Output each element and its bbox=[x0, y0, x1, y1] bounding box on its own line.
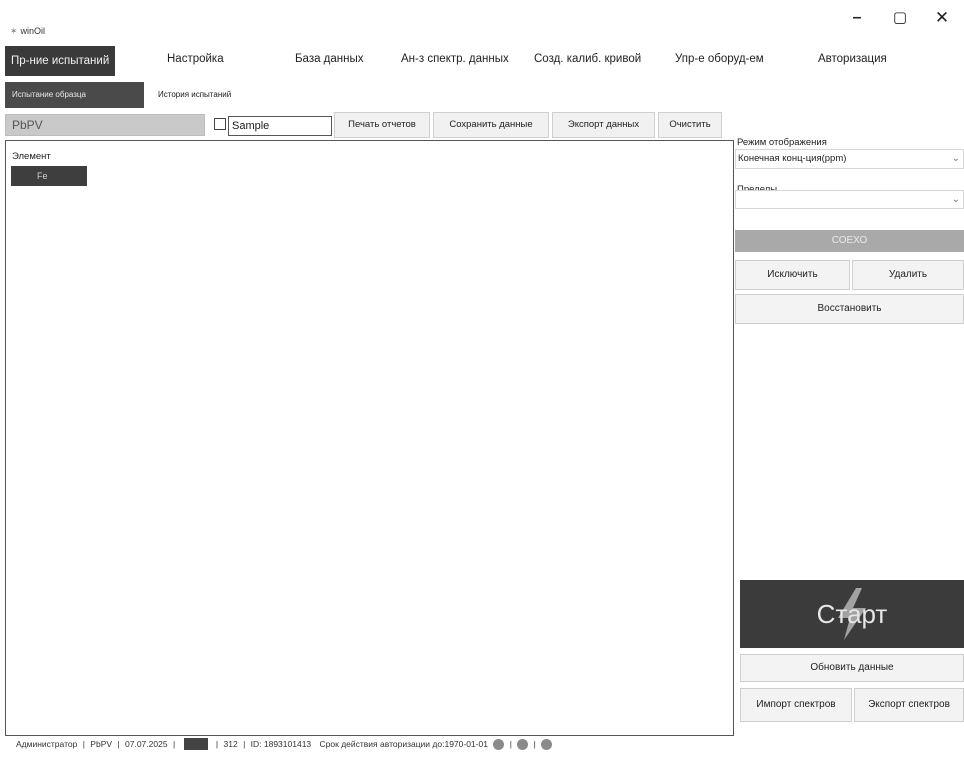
status-separator: | bbox=[509, 739, 512, 749]
menu-authorization[interactable]: Авторизация bbox=[818, 46, 887, 76]
close-button[interactable]: ✕ bbox=[925, 4, 959, 32]
app-title: ✶ winOil bbox=[10, 26, 45, 37]
chevron-down-icon: ⌄ bbox=[951, 194, 960, 205]
display-mode-select[interactable]: Конечная конц-ция(ppm) ⌄ bbox=[735, 149, 964, 169]
start-button[interactable]: Старт bbox=[740, 580, 964, 648]
clear-button[interactable]: Очистить bbox=[658, 112, 722, 138]
menu-calibration-curve[interactable]: Созд. калиб. кривой bbox=[534, 46, 641, 76]
menu-settings[interactable]: Настройка bbox=[167, 46, 224, 76]
side-panel: Режим отображения Конечная конц-ция(ppm)… bbox=[735, 134, 964, 744]
app-icon: ✶ bbox=[10, 26, 18, 36]
server-status-icon bbox=[541, 738, 553, 750]
app-title-text: winOil bbox=[20, 26, 46, 36]
tab-test-history[interactable]: История испытаний bbox=[151, 82, 238, 108]
toolbar: PbPV Sample Печать отчетов Сохранить дан… bbox=[5, 112, 735, 138]
exclude-button[interactable]: Исключить bbox=[735, 260, 850, 290]
sample-checkbox[interactable] bbox=[214, 118, 226, 130]
menu-spectral-analysis[interactable]: Ан-з спектр. данных bbox=[401, 46, 509, 76]
limits-select[interactable]: ⌄ bbox=[735, 190, 964, 209]
save-data-button[interactable]: Сохранить данные bbox=[433, 112, 549, 138]
status-auth-expiry: Срок действия авторизации до:1970-01-01 bbox=[319, 739, 488, 749]
tab-sample-test[interactable]: Испытание образца bbox=[5, 82, 144, 108]
main-menu: Пр-ние испытаний Настройка База данных А… bbox=[5, 46, 960, 76]
connection-status-icon bbox=[493, 738, 505, 750]
status-separator: | bbox=[243, 739, 246, 749]
chevron-down-icon: ⌄ bbox=[951, 153, 960, 164]
maximize-button[interactable]: ▢ bbox=[883, 4, 917, 32]
disabled-action-button[interactable]: СОЕХО bbox=[735, 230, 964, 252]
status-date: 07.07.2025 bbox=[125, 739, 168, 749]
menu-equipment[interactable]: Упр-е оборуд-ем bbox=[675, 46, 764, 76]
display-mode-value: Конечная конц-ция(ppm) bbox=[738, 153, 847, 164]
sample-name-input[interactable]: Sample bbox=[228, 116, 332, 136]
refresh-data-button[interactable]: Обновить данные bbox=[740, 654, 964, 682]
status-indicator bbox=[183, 738, 208, 750]
display-mode-label: Режим отображения bbox=[737, 137, 827, 148]
status-method: PbPV bbox=[90, 739, 113, 749]
menu-database[interactable]: База данных bbox=[295, 46, 364, 76]
method-select[interactable]: PbPV bbox=[5, 114, 205, 136]
device-status-icon bbox=[517, 738, 529, 750]
start-label: Старт bbox=[816, 599, 888, 629]
table-row[interactable]: Fe bbox=[11, 166, 87, 186]
status-separator: | bbox=[117, 739, 120, 749]
status-count: 312 bbox=[223, 739, 238, 749]
status-separator: | bbox=[215, 739, 219, 749]
status-separator: | bbox=[82, 739, 85, 749]
export-spectra-button[interactable]: Экспорт спектров bbox=[854, 688, 964, 722]
delete-button[interactable]: Удалить bbox=[852, 260, 964, 290]
title-bar: ✶ winOil – ▢ ✕ bbox=[0, 0, 964, 40]
results-panel: Элемент Fe bbox=[5, 140, 734, 736]
import-spectra-button[interactable]: Импорт спектров bbox=[740, 688, 852, 722]
status-bar: Администратор | PbPV | 07.07.2025 | | 31… bbox=[16, 738, 956, 754]
element-column-header: Элемент bbox=[12, 151, 51, 162]
export-data-button[interactable]: Экспорт данных bbox=[552, 112, 655, 138]
status-id: ID: 1893101413 bbox=[250, 739, 312, 749]
minimize-button[interactable]: – bbox=[840, 4, 874, 32]
print-reports-button[interactable]: Печать отчетов bbox=[334, 112, 430, 138]
status-separator: | bbox=[172, 739, 176, 749]
restore-button[interactable]: Восстановить bbox=[735, 294, 964, 324]
menu-test-run[interactable]: Пр-ние испытаний bbox=[5, 46, 116, 76]
status-separator: | bbox=[533, 739, 536, 749]
status-user: Администратор bbox=[16, 739, 78, 749]
